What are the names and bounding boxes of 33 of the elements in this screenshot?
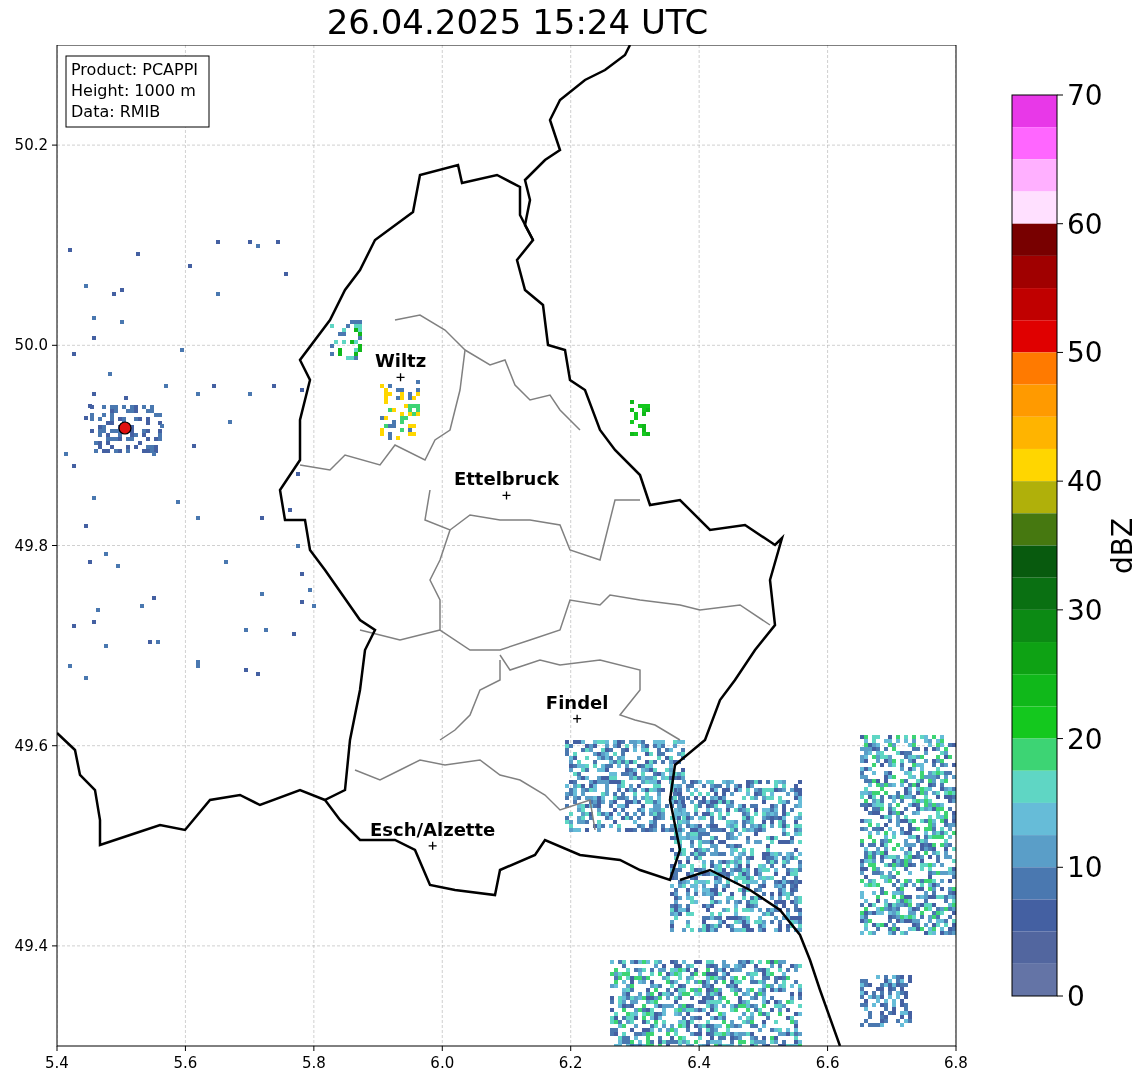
city-marker-icon	[501, 490, 512, 501]
colorbar-tick-label: 30	[1067, 593, 1103, 627]
city-marker-icon	[428, 841, 438, 851]
x-tick-label: 6.8	[944, 1054, 968, 1072]
y-tick-label: 49.8	[14, 536, 48, 555]
info-box: Product: PCAPPI Height: 1000 m Data: RMIB	[65, 55, 210, 128]
radar-site-icon	[118, 421, 132, 435]
city-label: Findel	[545, 691, 609, 713]
colorbar-tick-label: 40	[1067, 465, 1103, 499]
colorbar-tick-label: 50	[1067, 336, 1103, 370]
city-marker-icon	[395, 372, 406, 382]
colorbar-tick-label: 0	[1067, 980, 1085, 1013]
city-label: Ettelbruck	[453, 468, 560, 490]
x-tick-label: 6.0	[430, 1054, 455, 1072]
x-tick-label: 5.8	[301, 1054, 326, 1072]
city-marker-icon	[572, 714, 582, 724]
colorbar-tick-label: 70	[1067, 79, 1103, 112]
x-tick-label: 6.2	[558, 1054, 583, 1072]
y-tick-label: 49.6	[14, 736, 48, 755]
city-label: Esch/Alzette	[370, 818, 496, 840]
y-tick-label: 49.4	[14, 936, 48, 955]
x-tick-label: 5.6	[173, 1054, 198, 1072]
x-tick-label: 6.4	[687, 1054, 712, 1072]
y-tick-label: 50.0	[14, 336, 48, 355]
city-label: Wiltz	[374, 350, 427, 372]
y-tick-label: 50.2	[14, 136, 48, 155]
colorbar-label: dBZ	[1106, 517, 1139, 575]
x-tick-label: 5.4	[45, 1054, 69, 1072]
colorbar-tick-label: 60	[1067, 207, 1103, 241]
chart-title: 26.04.2025 15:24 UTC	[326, 1, 709, 44]
colorbar-tick-label: 20	[1067, 722, 1103, 756]
colorbar-tick-label: 10	[1067, 851, 1103, 885]
x-tick-label: 6.6	[815, 1054, 840, 1072]
